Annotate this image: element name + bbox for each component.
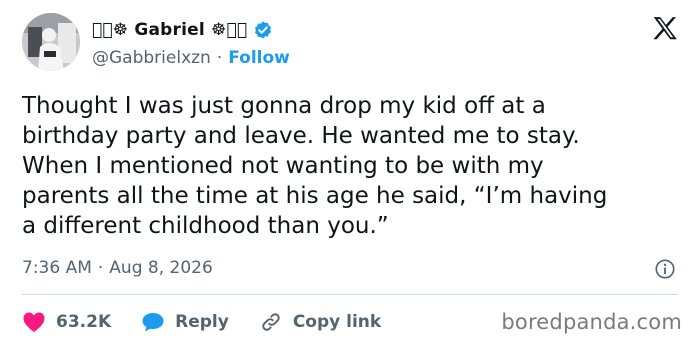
- handle-row: @Gabbrielxzn · Follow: [92, 46, 290, 70]
- avatar[interactable]: [22, 13, 80, 71]
- tweet-line: Thought I was just gonna drop my kid off…: [22, 93, 546, 119]
- tweet-line: birthday party and leave. He wanted me t…: [22, 123, 580, 149]
- reply-label: Reply: [175, 312, 229, 332]
- follow-button[interactable]: Follow: [228, 48, 290, 68]
- watermark: boredpanda.com: [501, 310, 682, 334]
- time-separator: ·: [97, 258, 104, 278]
- link-icon: [262, 313, 280, 331]
- display-name-row:   ☸ Gabriel ☸  : [92, 18, 290, 42]
- tweet-line: When I mentioned not wanting to be with …: [22, 153, 544, 179]
- tweet-date: Aug 8, 2026: [109, 258, 213, 278]
- divider: [22, 294, 678, 295]
- author-names:   ☸ Gabriel ☸   @Gabbrielxzn · Follow: [92, 18, 290, 70]
- action-bar: 63.2K Reply Copy link: [22, 306, 381, 338]
- display-name[interactable]:   ☸ Gabriel ☸  : [92, 20, 247, 40]
- like-button[interactable]: 63.2K: [22, 311, 111, 333]
- copy-link-button[interactable]: Copy link: [259, 310, 381, 334]
- tweet-text: Thought I was just gonna drop my kid off…: [22, 91, 682, 241]
- like-count: 63.2K: [56, 312, 112, 332]
- handle[interactable]: @Gabbrielxzn: [92, 48, 211, 68]
- timestamp[interactable]: 7:36 AM · Aug 8, 2026: [22, 258, 213, 278]
- copy-link-label: Copy link: [292, 312, 382, 332]
- tweet-header:   ☸ Gabriel ☸   @Gabbrielxzn · Follow: [22, 10, 682, 74]
- reply-bubble-icon: [142, 313, 164, 332]
- verified-badge-icon: [255, 21, 272, 39]
- tweet-line: parents all the time at his age he said,…: [22, 183, 608, 209]
- tweet-card:   ☸ Gabriel ☸   @Gabbrielxzn · Follow Th…: [0, 0, 700, 348]
- heart-icon: [23, 312, 45, 332]
- tweet-time: 7:36 AM: [22, 258, 92, 278]
- info-icon[interactable]: [654, 258, 676, 280]
- handle-separator: ·: [216, 48, 223, 68]
- tweet-line: a different childhood than you.”: [22, 213, 389, 239]
- reply-button[interactable]: Reply: [141, 311, 229, 333]
- x-logo-icon[interactable]: [650, 14, 680, 44]
